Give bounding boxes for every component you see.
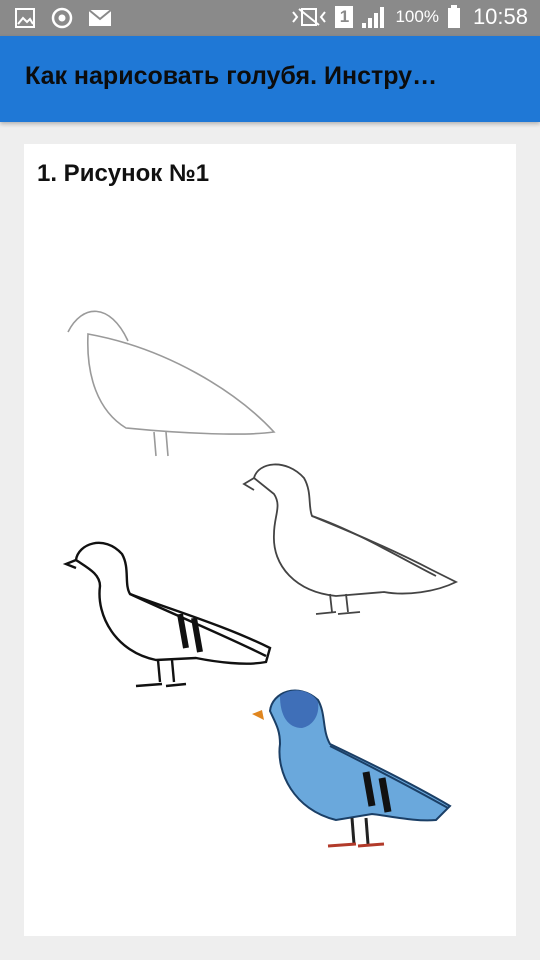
mail-icon [88, 9, 112, 26]
pigeon-drawing-steps-image [62, 310, 459, 848]
clock: 10:58 [472, 4, 528, 29]
status-bar: 1 100% 10:58 [0, 0, 540, 36]
app-bar: Как нарисовать голубя. Инстру… [0, 36, 540, 122]
sketch-step-4 [252, 689, 452, 848]
signal-icon [362, 7, 385, 28]
sim-icon: 1 [335, 6, 354, 28]
sketch-step-1 [67, 310, 276, 457]
sync-icon [51, 7, 73, 29]
sim-slot-label: 1 [339, 7, 350, 26]
battery-icon [447, 5, 460, 28]
page-title: Как нарисовать голубя. Инстру… [25, 62, 438, 90]
battery-percentage: 100% [395, 7, 439, 26]
sketch-step-3 [62, 541, 272, 688]
sketch-step-2 [242, 463, 459, 615]
vibrate-icon [292, 8, 327, 26]
section-heading: 1. Рисунок №1 [37, 160, 210, 187]
image-icon [15, 8, 35, 28]
article-card: 1. Рисунок №1 [24, 144, 516, 936]
